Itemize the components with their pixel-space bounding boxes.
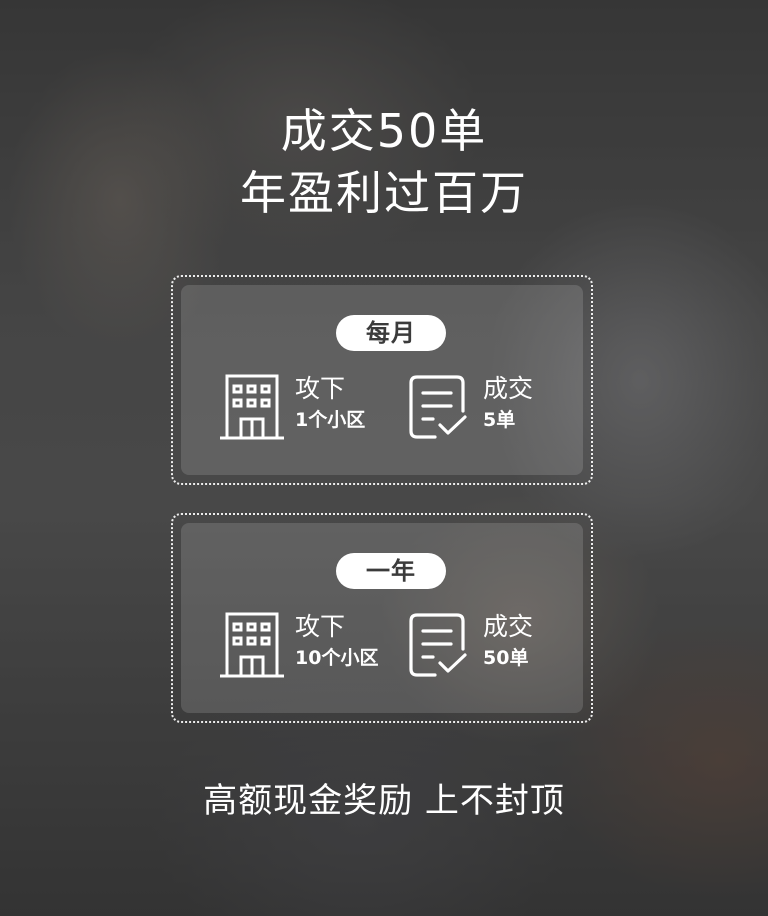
- headline-line-2: 年盈利过百万: [240, 166, 528, 220]
- yearly-card: 一年 攻下 10个小区 成交 50单: [171, 513, 593, 723]
- document-check-icon: [409, 375, 467, 439]
- card-panel: 每月 攻下 1个小区 成交 5单: [181, 285, 583, 475]
- stat-title: 攻下: [295, 374, 346, 403]
- building-icon: [220, 374, 284, 440]
- period-badge: 每月: [336, 315, 446, 351]
- headline-line-1: 成交50单: [280, 104, 488, 158]
- period-badge: 一年: [336, 553, 446, 589]
- stat-title: 成交: [483, 374, 534, 403]
- document-check-icon: [409, 613, 467, 677]
- card-panel: 一年 攻下 10个小区 成交 50单: [181, 523, 583, 713]
- stat-value: 50单: [483, 647, 529, 669]
- reward-slogan: 高额现金奖励 上不封顶: [203, 781, 565, 821]
- monthly-card: 每月 攻下 1个小区 成交 5单: [171, 275, 593, 485]
- stat-value: 1个小区: [295, 409, 366, 431]
- stat-title: 攻下: [295, 612, 346, 641]
- building-icon: [220, 612, 284, 678]
- stat-value: 5单: [483, 409, 516, 431]
- stat-value: 10个小区: [295, 647, 379, 669]
- stat-title: 成交: [483, 612, 534, 641]
